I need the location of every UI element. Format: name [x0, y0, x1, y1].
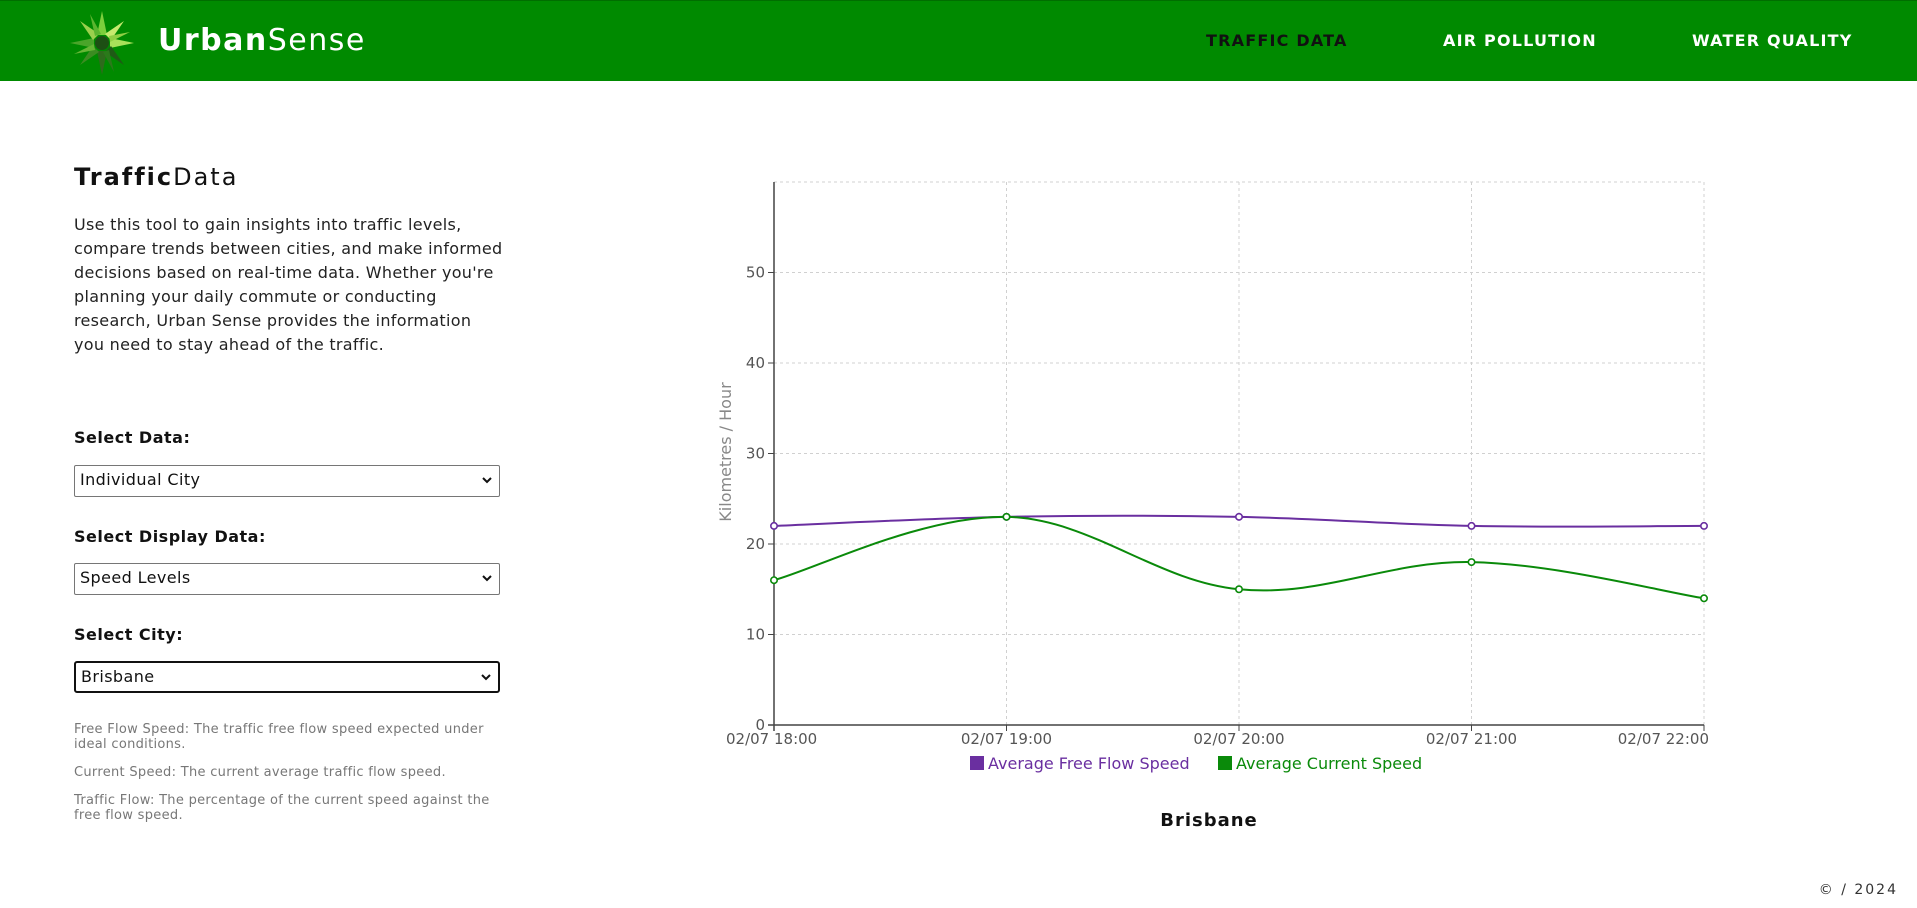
legend-label[interactable]: Average Current Speed [1236, 754, 1422, 773]
x-tick-label: 02/07 22:00 [1618, 730, 1709, 748]
y-tick-label: 10 [746, 626, 765, 644]
y-tick-label: 20 [746, 535, 765, 553]
legend-label[interactable]: Average Free Flow Speed [988, 754, 1190, 773]
data-point[interactable] [1467, 558, 1476, 567]
footer-copyright: © / 2024 [1818, 882, 1898, 898]
data-point[interactable] [769, 521, 778, 530]
legend-swatch [970, 756, 984, 770]
data-point[interactable] [1235, 585, 1244, 594]
y-tick-label: 30 [746, 445, 765, 463]
data-point[interactable] [1467, 521, 1476, 530]
data-point[interactable] [1235, 512, 1244, 521]
speed-line-chart: 0102030405002/07 18:00 02/07 19:00 02/07 2… [716, 181, 1709, 773]
y-tick-label: 40 [746, 354, 765, 372]
x-tick-label: 02/07 20:00 [1193, 730, 1284, 748]
data-point[interactable] [1700, 521, 1709, 530]
chart-title: Brisbane [1160, 810, 1258, 831]
x-tick-label: 02/07 18:00 [726, 730, 817, 748]
data-point[interactable] [1700, 594, 1709, 603]
x-tick-label: 02/07 21:00 [1426, 730, 1517, 748]
y-axis-label: Kilometres / Hour [716, 382, 735, 522]
x-tick-label: 02/07 19:00 [961, 730, 1052, 748]
data-point[interactable] [769, 576, 778, 585]
data-point[interactable] [1002, 512, 1011, 521]
y-tick-label: 50 [746, 264, 765, 282]
legend-swatch [1218, 756, 1232, 770]
